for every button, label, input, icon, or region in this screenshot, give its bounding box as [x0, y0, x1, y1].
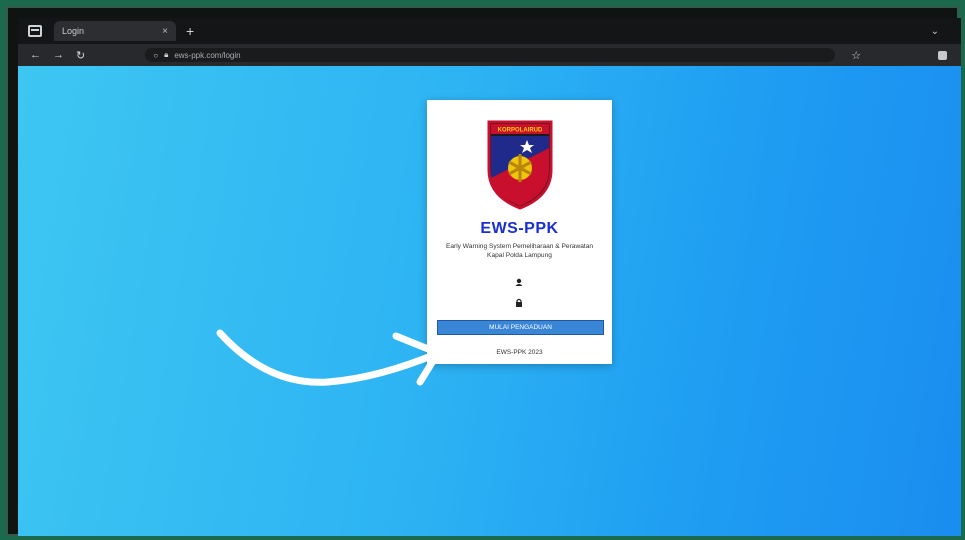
back-icon[interactable]: ← [30, 49, 41, 61]
plus-icon[interactable]: + [186, 23, 194, 39]
browser-tab-bar: Login × + ⌄ [18, 18, 961, 44]
lock-icon[interactable]: 🔒︎ [164, 50, 168, 60]
close-icon[interactable]: × [162, 26, 168, 37]
footer-text: EWS-PPK 2023 [496, 349, 543, 356]
police-emblem: KORPOLAIRUD [487, 120, 553, 210]
profile-icon[interactable] [938, 50, 947, 60]
reload-icon[interactable]: ↻ [76, 49, 85, 62]
url-text: ews-ppk.com/login [174, 50, 241, 60]
forward-icon[interactable]: → [53, 49, 64, 61]
star-icon[interactable]: ☆ [851, 49, 861, 62]
tab-title: Login [62, 26, 85, 36]
user-icon [515, 278, 523, 286]
curved-arrow [216, 329, 442, 386]
screen: Login × + ⌄ ← → ↻ ○ 🔒︎ ews-ppk.com/login… [18, 18, 961, 536]
browser-tab[interactable]: Login × [54, 21, 176, 41]
app-title: EWS-PPK [480, 220, 559, 237]
login-page: KORPOLAIRUD EWS-PPK Early Warning System… [18, 66, 961, 536]
password-lock-icon [516, 298, 522, 307]
chevron-down-icon[interactable]: ⌄ [931, 26, 939, 37]
login-card: KORPOLAIRUD EWS-PPK Early Warning System… [427, 100, 612, 364]
emblem-text: KORPOLAIRUD [498, 128, 543, 134]
tab-menu-icon[interactable] [28, 25, 42, 37]
browser-toolbar: ← → ↻ ○ 🔒︎ ews-ppk.com/login ☆ [18, 44, 961, 66]
start-complaint-button[interactable]: MULAI PENGADUAN [437, 320, 604, 335]
app-subtitle: Early Warning System Pemeliharaan & Pera… [445, 243, 594, 259]
address-bar[interactable]: ○ 🔒︎ ews-ppk.com/login [145, 48, 836, 62]
info-icon[interactable]: ○ [153, 51, 158, 60]
